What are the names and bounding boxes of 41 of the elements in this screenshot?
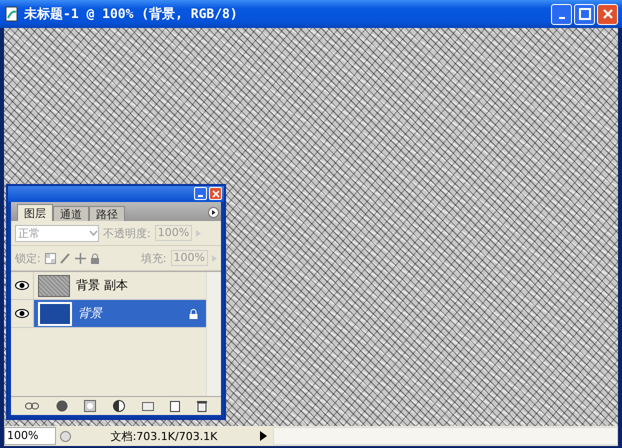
lock-icon[interactable] — [90, 252, 100, 264]
panel-tab[interactable]: 路径 — [89, 206, 125, 221]
zoom-field[interactable]: 100% — [4, 427, 56, 445]
trash-icon[interactable] — [196, 400, 207, 412]
slider-arrow-icon[interactable] — [196, 230, 202, 236]
panel-tab[interactable]: 通道 — [53, 206, 89, 221]
lock-icon — [189, 308, 198, 318]
minimize-button[interactable] — [551, 4, 572, 24]
opacity-label: 不透明度: — [103, 226, 151, 240]
close-button[interactable] — [597, 4, 618, 24]
minimize-button[interactable] — [194, 187, 207, 200]
maximize-button[interactable] — [574, 4, 595, 24]
window-title: 未标题-1 @ 100% (背景, RGB/8) — [24, 6, 238, 23]
close-icon — [602, 8, 614, 20]
caret-icon — [89, 230, 98, 236]
layer-thumbnail — [38, 274, 70, 296]
layer-item[interactable]: 背景 — [34, 300, 206, 327]
panel-tab[interactable]: 图层 — [17, 204, 53, 221]
play-arrow-icon[interactable] — [260, 431, 267, 441]
fill-label: 填充: — [140, 250, 167, 266]
panel-menu-icon[interactable] — [208, 207, 219, 218]
layer-item[interactable]: 背景 副本 — [34, 272, 206, 299]
scrollbar[interactable] — [273, 427, 618, 445]
minimize-icon — [558, 17, 564, 19]
scrollbar[interactable] — [206, 272, 221, 396]
adjustment-layer-icon[interactable] — [112, 400, 125, 412]
document-info: 文档:703.1K/703.1K — [110, 428, 218, 444]
eye-icon — [15, 281, 29, 290]
maximize-icon — [578, 8, 590, 20]
slider-arrow-icon[interactable] — [212, 254, 217, 262]
close-icon — [212, 190, 220, 198]
close-button[interactable] — [209, 187, 222, 200]
lock-label: 锁定: — [15, 250, 41, 266]
link-icon[interactable] — [25, 402, 40, 410]
status-menu-icon[interactable] — [60, 430, 70, 442]
eye-icon — [15, 309, 29, 318]
document-icon — [4, 6, 20, 22]
lock-transparency-icon[interactable] — [44, 252, 56, 264]
move-icon[interactable] — [74, 252, 86, 264]
layer-thumbnail — [38, 302, 72, 326]
minimize-icon — [198, 195, 203, 197]
